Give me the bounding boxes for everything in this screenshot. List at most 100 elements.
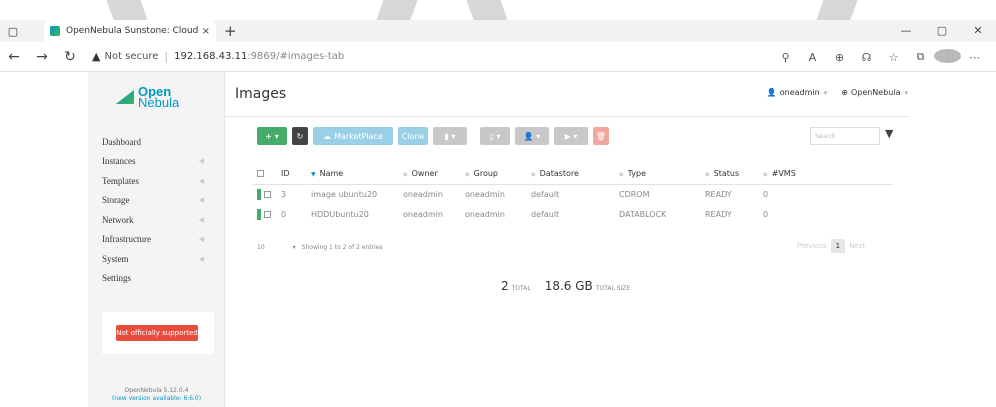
unsupported-badge[interactable]: Not officially supported [116, 325, 198, 341]
url-field[interactable]: 192.168.43.11:9869/#images-tab [174, 51, 344, 62]
back-icon[interactable]: ← [0, 49, 28, 65]
next-page-button[interactable]: Next [849, 242, 865, 250]
url-rest: :9869/#images-tab [247, 51, 345, 62]
tracking-prevention-icon[interactable]: ☊ [853, 51, 880, 64]
new-version-link[interactable]: (new version available: 6.6.0) [88, 395, 225, 402]
column-header-datastore[interactable]: ◆ Datastore [527, 164, 615, 185]
sidebar: Open Nebula Dashboard Instances ◀ Templates… [88, 72, 225, 407]
chevron-left-icon: ◀ [198, 215, 204, 224]
forward-icon[interactable]: → [28, 49, 56, 65]
table-row[interactable]: 0 HDDUbuntu20 oneadmin oneadmin default DATAB… [253, 204, 893, 224]
warning-icon: ▲ [92, 50, 101, 63]
cell-group: oneadmin [465, 209, 505, 219]
browser-tab[interactable]: OpenNebula Sunstone: Cloud O × [44, 20, 216, 42]
sidebar-item-storage[interactable]: Storage ◀ [88, 191, 224, 211]
enable-disable-button[interactable]: ▯ ▾ [480, 127, 510, 145]
column-header-status[interactable]: ◆ Status [701, 164, 759, 185]
column-header-owner[interactable]: ◆ Owner [399, 164, 461, 185]
marketplace-button[interactable]: ☁ MarketPlace [313, 127, 393, 145]
header-user-zone: 👤 oneadmin ▾ ⊕ OpenNebula ▾ [753, 88, 908, 97]
sidebar-item-label: Network [102, 214, 134, 225]
images-table-body: 3 image ubuntu20 oneadmin oneadmin default CD… [253, 184, 893, 224]
sidebar-item-infrastructure[interactable]: Infrastructure ◀ [88, 230, 224, 250]
opennebula-favicon-icon [50, 26, 60, 36]
close-window-icon[interactable]: ✕ [960, 20, 996, 42]
cell-type: DATABLOCK [619, 209, 667, 219]
pagination: Previous 1 Next [797, 239, 865, 253]
more-icon[interactable]: ⋯ [961, 51, 988, 64]
total-count: 2 [501, 279, 509, 293]
new-tab-button[interactable]: + [224, 22, 237, 40]
total-count-label: TOTAL [511, 285, 531, 292]
chevron-left-icon: ◀ [198, 235, 204, 244]
cell-owner: oneadmin [403, 189, 443, 199]
checkbox[interactable] [264, 210, 271, 218]
sidebar-item-label: Settings [102, 273, 132, 284]
user-menu[interactable]: 👤 oneadmin ▾ [767, 88, 827, 97]
sidebar-item-templates[interactable]: Templates ◀ [88, 171, 224, 191]
read-aloud-icon[interactable]: A [799, 51, 826, 64]
page-1-button[interactable]: 1 [830, 239, 846, 253]
column-header-vms[interactable]: ◆ #VMS [759, 164, 893, 185]
column-header-type[interactable]: ◆ Type [615, 164, 701, 185]
sidebar-item-label: Infrastructure [102, 234, 151, 245]
collections-icon[interactable]: ⧉ [907, 50, 934, 64]
select-all-checkbox[interactable] [253, 164, 277, 185]
create-button[interactable]: + ▾ [257, 127, 287, 145]
labels-button[interactable]: ▶ ▾ [554, 127, 588, 145]
column-header-name[interactable]: ▼ Name [307, 164, 399, 185]
favorites-icon[interactable]: ☆ [880, 51, 907, 64]
cloud-icon: ☁ [323, 131, 332, 141]
filter-icon[interactable]: ▼ [885, 127, 893, 140]
owner-button[interactable]: 👤 ▾ [515, 127, 549, 145]
sidebar-item-label: Templates [102, 175, 139, 186]
key-icon[interactable]: ⚲ [772, 51, 799, 64]
row-checkbox[interactable] [253, 184, 277, 204]
cell-status: READY [705, 189, 732, 199]
table-row[interactable]: 3 image ubuntu20 oneadmin oneadmin default CD… [253, 184, 893, 204]
cell-datastore: default [531, 189, 560, 199]
previous-page-button[interactable]: Previous [797, 242, 827, 250]
delete-button[interactable]: 🗑 [593, 127, 609, 145]
total-size: 18.6 GB [544, 279, 593, 293]
zone-name: OpenNebula [850, 88, 901, 97]
chevron-down-icon: ▾ [904, 88, 908, 97]
url-host: 192.168.43.11 [174, 51, 248, 62]
zoom-icon[interactable]: ⊕ [826, 51, 853, 64]
minimize-icon[interactable]: — [888, 20, 924, 42]
sidebar-item-system[interactable]: System ◀ [88, 249, 224, 269]
chevron-left-icon: ◀ [198, 176, 204, 185]
page-length-select[interactable]: 10 [257, 244, 265, 251]
refresh-button[interactable]: ↻ [292, 127, 308, 145]
browser-toolbar: ⚲ A ⊕ ☊ ☆ ⧉ ⋯ [772, 42, 988, 72]
marketplace-label: MarketPlace [334, 131, 383, 141]
search-input[interactable]: Search [810, 127, 880, 145]
sidebar-item-label: Storage [102, 195, 130, 206]
sidebar-item-network[interactable]: Network ◀ [88, 210, 224, 230]
checkbox[interactable] [264, 190, 271, 198]
zone-menu[interactable]: ⊕ OpenNebula ▾ [841, 88, 908, 97]
row-state-indicator [257, 208, 261, 220]
opennebula-logo[interactable]: Open Nebula [88, 72, 224, 122]
table-header-row: ID ▼ Name ◆ Owner ◆ Group ◆ Datastore ◆ Type … [253, 164, 893, 185]
cell-datastore: default [531, 209, 560, 219]
image-actions-button[interactable]: ▮ ▾ [433, 127, 467, 145]
table-footer: 10 ▾ Showing 1 to 2 of 2 entries [257, 244, 383, 251]
sidebar-item-dashboard[interactable]: Dashboard [88, 132, 224, 152]
window-menu-icon[interactable]: ▢ [0, 25, 26, 38]
chevron-down-icon: ▾ [823, 88, 828, 97]
tab-close-icon[interactable]: × [202, 26, 210, 37]
refresh-icon[interactable]: ↻ [56, 49, 84, 65]
profile-icon[interactable] [934, 48, 961, 66]
row-checkbox[interactable] [253, 204, 277, 224]
clone-button[interactable]: Clone [398, 127, 428, 145]
restore-icon[interactable]: ▢ [924, 20, 960, 42]
security-indicator[interactable]: ▲ Not secure [92, 50, 158, 63]
cell-name: HDDUbuntu20 [311, 209, 369, 219]
sidebar-item-settings[interactable]: Settings [88, 269, 224, 289]
column-header-group[interactable]: ◆ Group [461, 164, 527, 185]
user-name: oneadmin [779, 88, 820, 97]
sidebar-item-instances[interactable]: Instances ◀ [88, 152, 224, 172]
column-header-id[interactable]: ID [277, 164, 307, 185]
cell-type: CDROM [619, 189, 650, 199]
